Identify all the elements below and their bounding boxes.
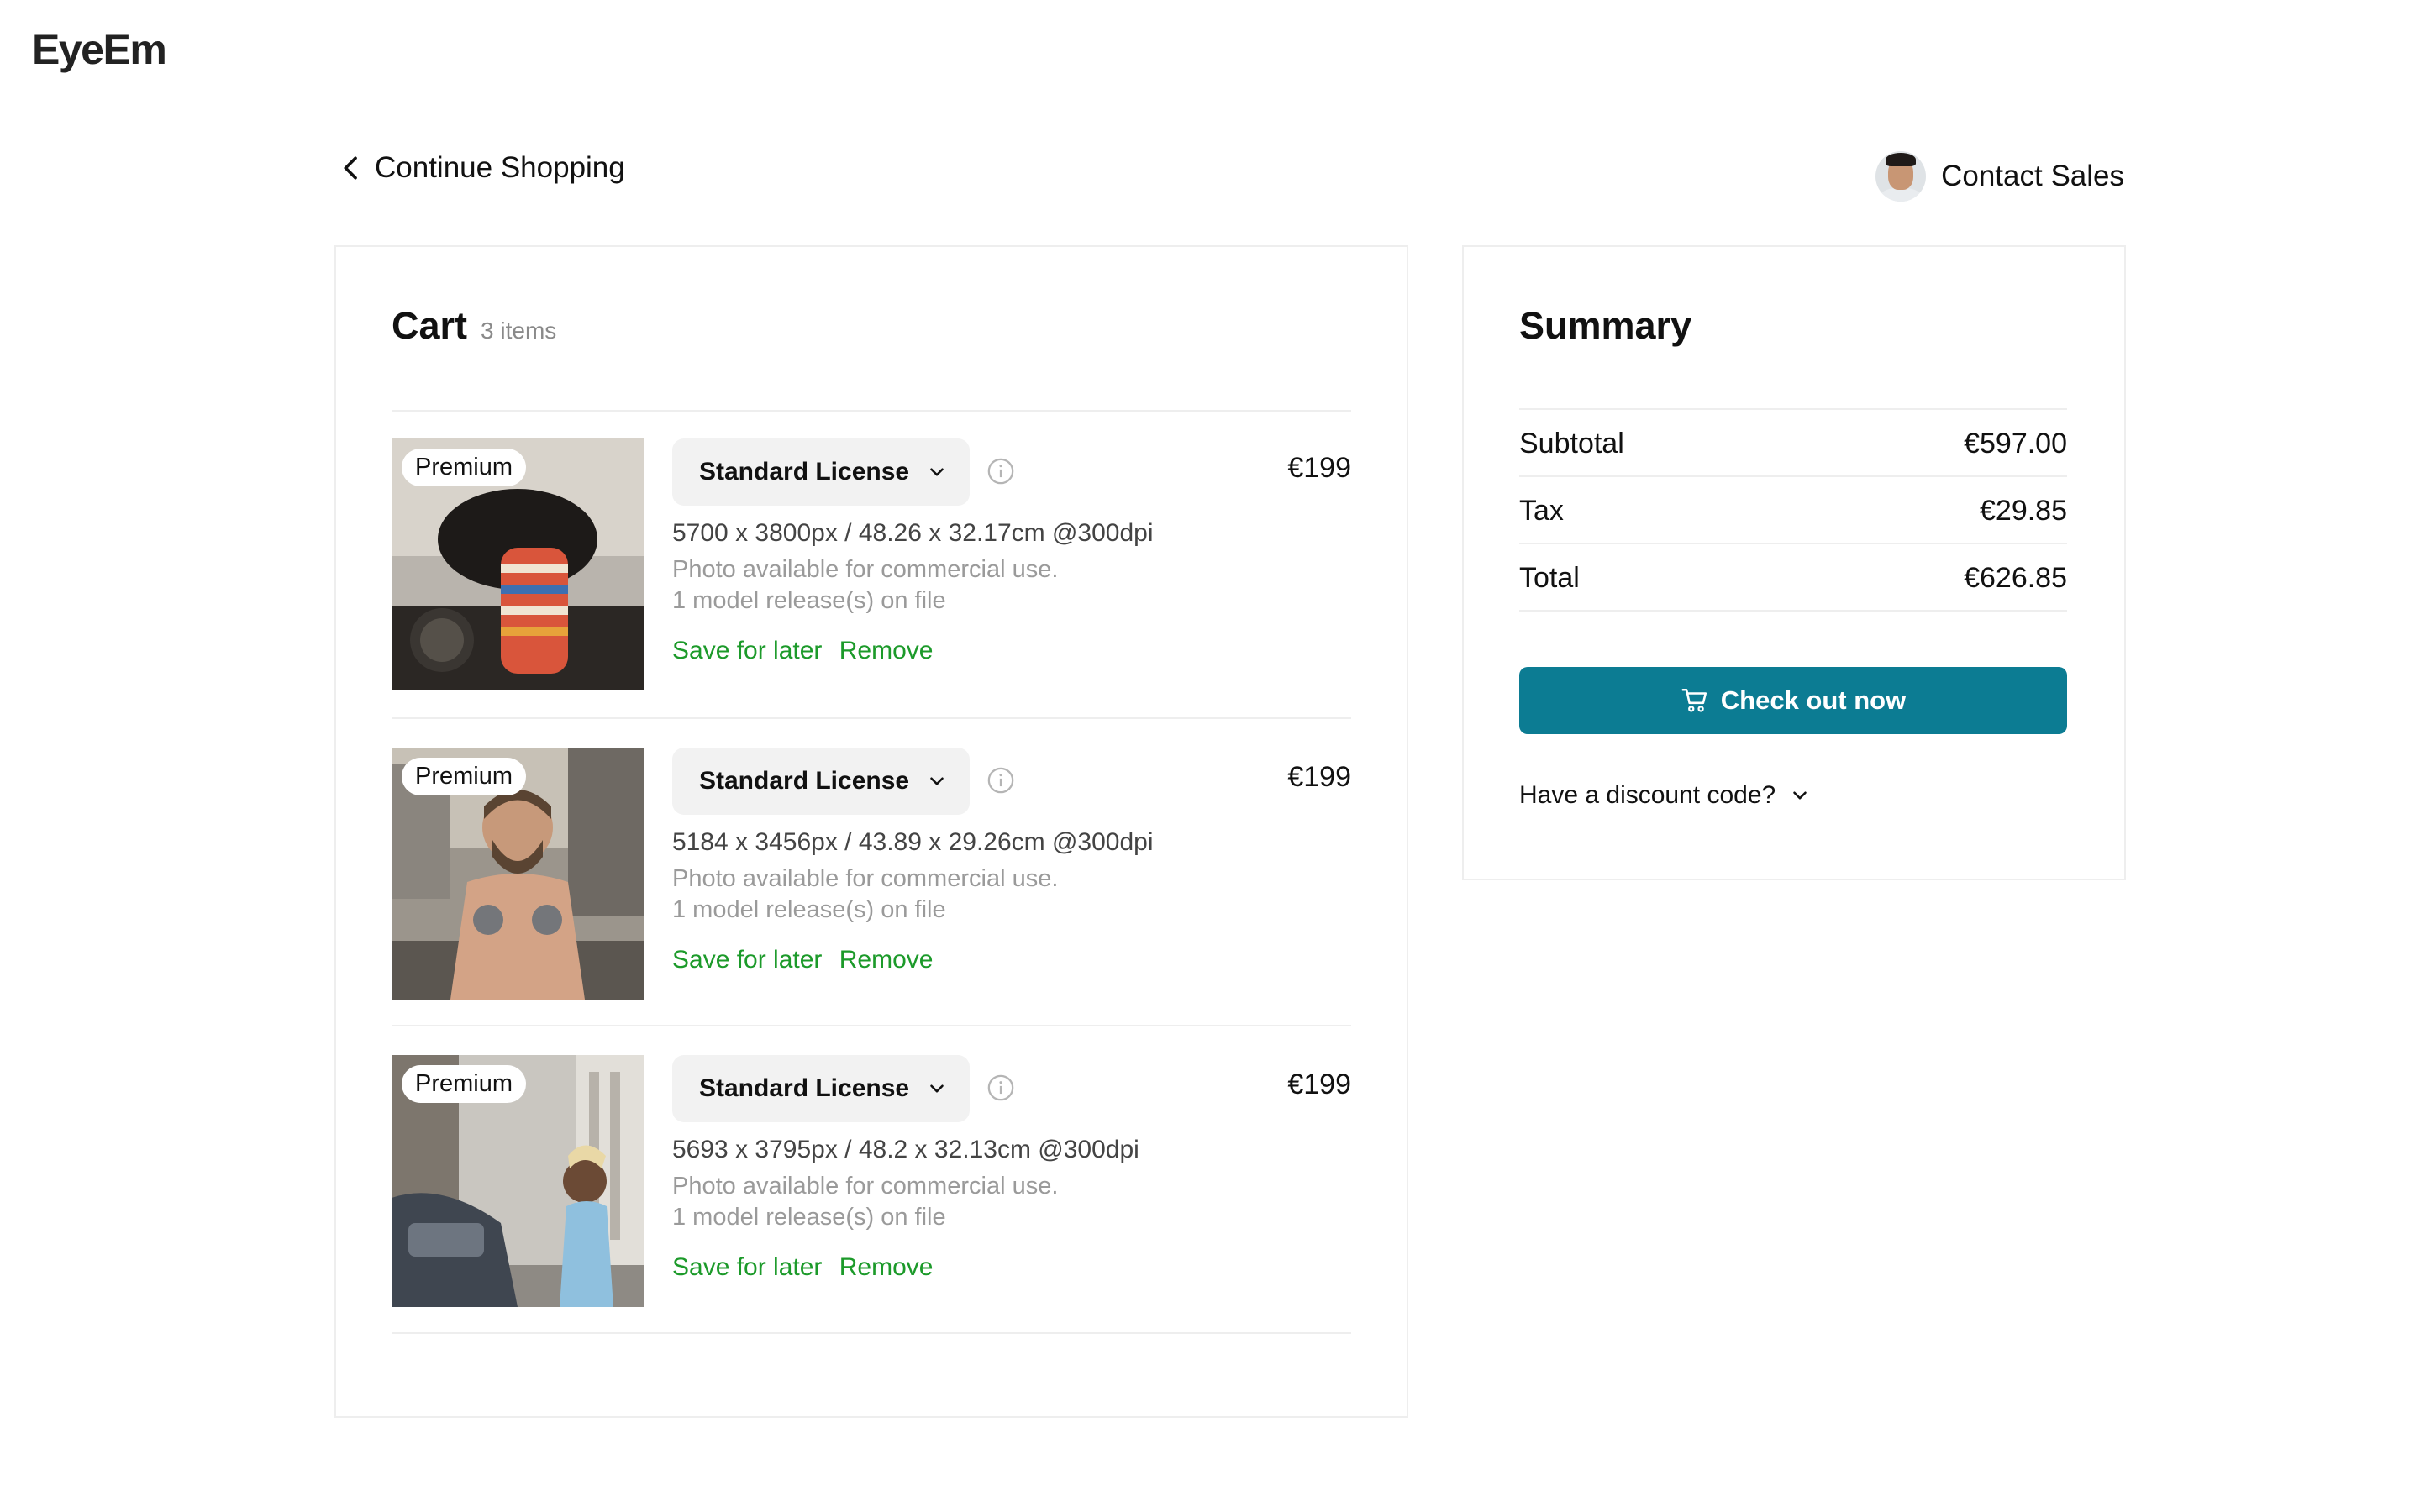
checkout-label: Check out now	[1720, 685, 1907, 715]
remove-link[interactable]: Remove	[839, 637, 934, 664]
info-icon[interactable]	[986, 1074, 1015, 1102]
premium-badge: Premium	[402, 758, 527, 795]
subtotal-value: €597.00	[1964, 427, 2067, 459]
photo-thumbnail[interactable]: Premium	[392, 748, 644, 1000]
cart-item: Premium Standard License €199 5700 x 380…	[392, 438, 1351, 690]
chevron-down-icon	[1793, 791, 1807, 800]
total-value: €626.85	[1964, 561, 2067, 594]
photo-thumbnail[interactable]: Premium	[392, 1055, 644, 1307]
item-usage: Photo available for commercial use.	[672, 556, 1059, 583]
item-usage: Photo available for commercial use.	[672, 1173, 1059, 1200]
save-for-later-link[interactable]: Save for later	[672, 946, 822, 974]
item-dimensions: 5700 x 3800px / 48.26 x 32.17cm @300dpi	[672, 519, 1154, 547]
item-release: 1 model release(s) on file	[672, 1204, 946, 1231]
save-for-later-link[interactable]: Save for later	[672, 637, 822, 664]
cart-icon	[1681, 688, 1707, 712]
contact-sales-link[interactable]: Contact Sales	[1876, 151, 2124, 202]
license-dropdown[interactable]: Standard License	[672, 748, 970, 815]
license-label: Standard License	[699, 1074, 910, 1102]
cart-header: Cart 3 items	[392, 304, 556, 348]
item-actions: Save for later Remove	[672, 946, 943, 974]
item-release: 1 model release(s) on file	[672, 587, 946, 614]
tax-label: Tax	[1519, 494, 1564, 527]
cart-item: Premium Standard License €199 5693 x 379…	[392, 1055, 1351, 1307]
contact-sales-label: Contact Sales	[1941, 160, 2124, 192]
license-label: Standard License	[699, 458, 910, 486]
item-price: €199	[1287, 761, 1351, 793]
tax-value: €29.85	[1980, 494, 2067, 527]
license-dropdown[interactable]: Standard License	[672, 438, 970, 506]
eyeem-logo[interactable]: EyeEm	[32, 25, 167, 74]
chevron-down-icon	[930, 468, 944, 476]
discount-label: Have a discount code?	[1519, 781, 1776, 809]
item-price: €199	[1287, 452, 1351, 484]
continue-shopping-link[interactable]: Continue Shopping	[334, 151, 625, 185]
remove-link[interactable]: Remove	[839, 1253, 934, 1281]
license-dropdown[interactable]: Standard License	[672, 1055, 970, 1122]
total-row: Total €626.85	[1519, 544, 2067, 612]
tax-row: Tax €29.85	[1519, 477, 2067, 544]
cart-panel: Cart 3 items Premium Standard License €1…	[334, 245, 1408, 1418]
save-for-later-link[interactable]: Save for later	[672, 1253, 822, 1281]
item-price: €199	[1287, 1068, 1351, 1100]
subtotal-label: Subtotal	[1519, 427, 1624, 459]
divider	[392, 1332, 1351, 1334]
photo-thumbnail[interactable]: Premium	[392, 438, 644, 690]
cart-title: Cart	[392, 304, 468, 347]
continue-shopping-label: Continue Shopping	[375, 151, 625, 184]
divider	[1519, 610, 2067, 612]
info-icon[interactable]	[986, 766, 1015, 795]
topbar: Continue Shopping Contact Sales	[334, 151, 2124, 205]
item-usage: Photo available for commercial use.	[672, 865, 1059, 892]
item-release: 1 model release(s) on file	[672, 896, 946, 923]
total-label: Total	[1519, 561, 1580, 594]
premium-badge: Premium	[402, 1065, 527, 1103]
summary-title: Summary	[1519, 304, 1692, 347]
chevron-down-icon	[930, 1084, 944, 1093]
remove-link[interactable]: Remove	[839, 946, 934, 974]
premium-badge: Premium	[402, 449, 527, 486]
cart-item: Premium Standard License €199 5184 x 345…	[392, 748, 1351, 1000]
chevron-down-icon	[930, 777, 944, 785]
subtotal-row: Subtotal €597.00	[1519, 410, 2067, 477]
summary-panel: Summary Subtotal €597.00 Tax €29.85 Tota…	[1462, 245, 2126, 880]
divider	[392, 1025, 1351, 1026]
info-icon[interactable]	[986, 457, 1015, 486]
item-actions: Save for later Remove	[672, 1253, 943, 1282]
chevron-left-icon	[344, 156, 357, 180]
checkout-button[interactable]: Check out now	[1519, 667, 2067, 734]
avatar	[1876, 151, 1927, 202]
discount-code-toggle[interactable]: Have a discount code?	[1519, 781, 1811, 810]
item-dimensions: 5693 x 3795px / 48.2 x 32.13cm @300dpi	[672, 1136, 1139, 1163]
item-actions: Save for later Remove	[672, 637, 943, 665]
item-dimensions: 5184 x 3456px / 43.89 x 29.26cm @300dpi	[672, 828, 1154, 856]
divider	[392, 410, 1351, 412]
divider	[392, 717, 1351, 719]
license-label: Standard License	[699, 767, 910, 795]
cart-item-count: 3 items	[481, 318, 557, 344]
